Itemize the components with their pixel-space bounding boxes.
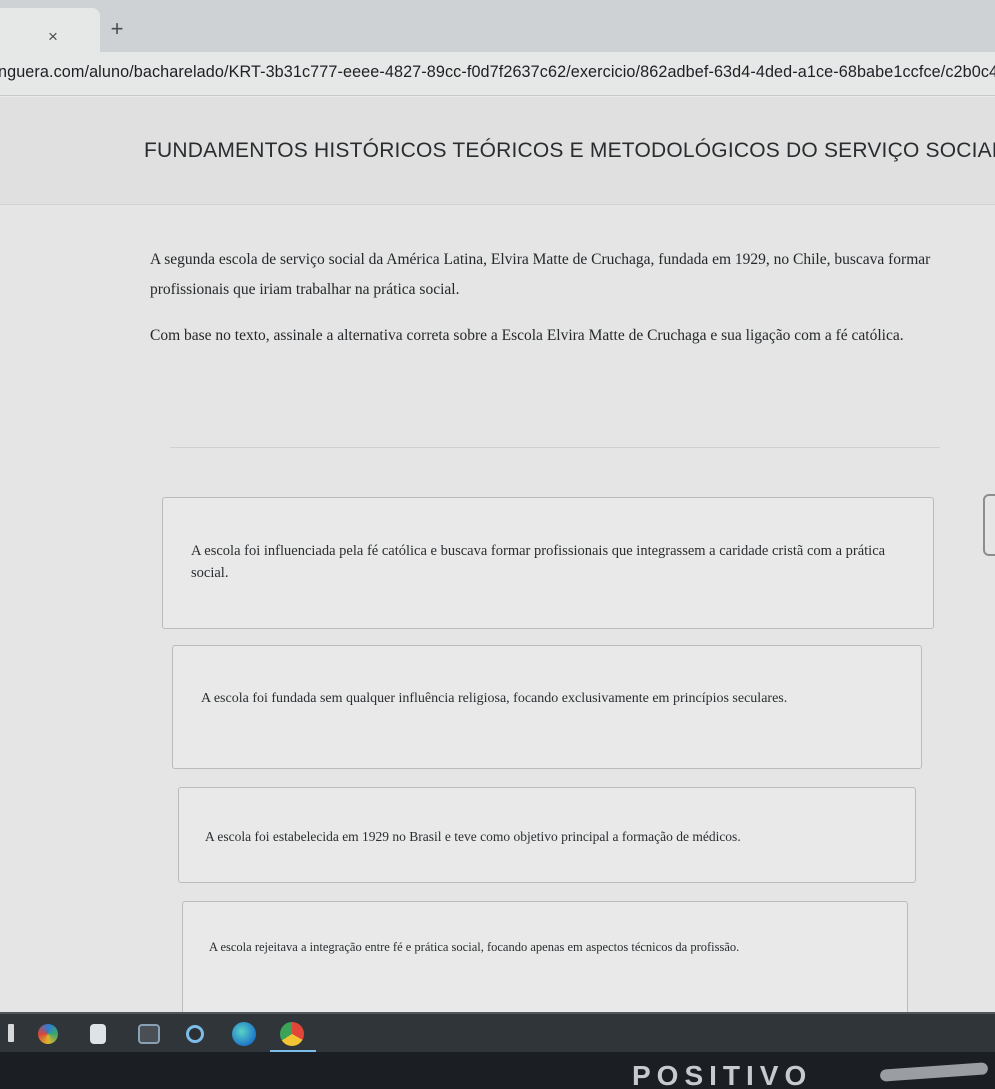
answer-option-d[interactable]: A escola rejeitava a integração entre fé… [182, 901, 908, 1021]
new-tab-button[interactable]: + [107, 18, 127, 40]
store-icon[interactable] [138, 1024, 160, 1044]
taskbar [0, 1012, 995, 1053]
edge-browser-icon[interactable] [232, 1022, 256, 1046]
answer-option-text: A escola foi fundada sem qualquer influê… [201, 691, 788, 706]
answer-option-c[interactable]: A escola foi estabelecida em 1929 no Bra… [178, 787, 916, 883]
monitor-bezel [0, 1052, 995, 1089]
side-panel-toggle[interactable] [983, 494, 995, 556]
answer-option-text: A escola rejeitava a integração entre fé… [209, 940, 740, 954]
divider [170, 447, 940, 448]
circle-app-icon[interactable] [186, 1025, 204, 1043]
color-wheel-icon[interactable] [38, 1024, 58, 1044]
address-bar[interactable]: nguera.com/aluno/bacharelado/KRT-3b31c77… [0, 52, 995, 96]
page-header: FUNDAMENTOS HISTÓRICOS TEÓRICOS E METODO… [0, 97, 995, 205]
start-icon[interactable] [8, 1024, 14, 1042]
close-icon[interactable]: × [44, 28, 62, 46]
answer-option-text: A escola foi estabelecida em 1929 no Bra… [205, 829, 741, 844]
browser-tab[interactable]: × [0, 8, 100, 52]
web-page: FUNDAMENTOS HISTÓRICOS TEÓRICOS E METODO… [0, 97, 995, 1021]
monitor-screen: × + nguera.com/aluno/bacharelado/KRT-3b3… [0, 0, 995, 1089]
answer-option-a[interactable]: A escola foi influenciada pela fé católi… [162, 497, 934, 629]
answer-option-text: A escola foi influenciada pela fé católi… [191, 543, 886, 581]
chrome-browser-icon[interactable] [280, 1022, 304, 1046]
answer-option-b[interactable]: A escola foi fundada sem qualquer influê… [172, 645, 922, 769]
browser-tab-strip: × + [0, 0, 995, 52]
question-prompt: Com base no texto, assinale a alternativ… [150, 327, 904, 344]
question-text: A segunda escola de serviço social da Am… [150, 245, 980, 367]
file-icon[interactable] [90, 1024, 106, 1044]
monitor-brand-logo: POSITIVO [632, 1060, 813, 1089]
question-context: A segunda escola de serviço social da Am… [150, 251, 931, 298]
page-title: FUNDAMENTOS HISTÓRICOS TEÓRICOS E METODO… [144, 139, 995, 162]
url-text[interactable]: nguera.com/aluno/bacharelado/KRT-3b31c77… [0, 63, 995, 82]
